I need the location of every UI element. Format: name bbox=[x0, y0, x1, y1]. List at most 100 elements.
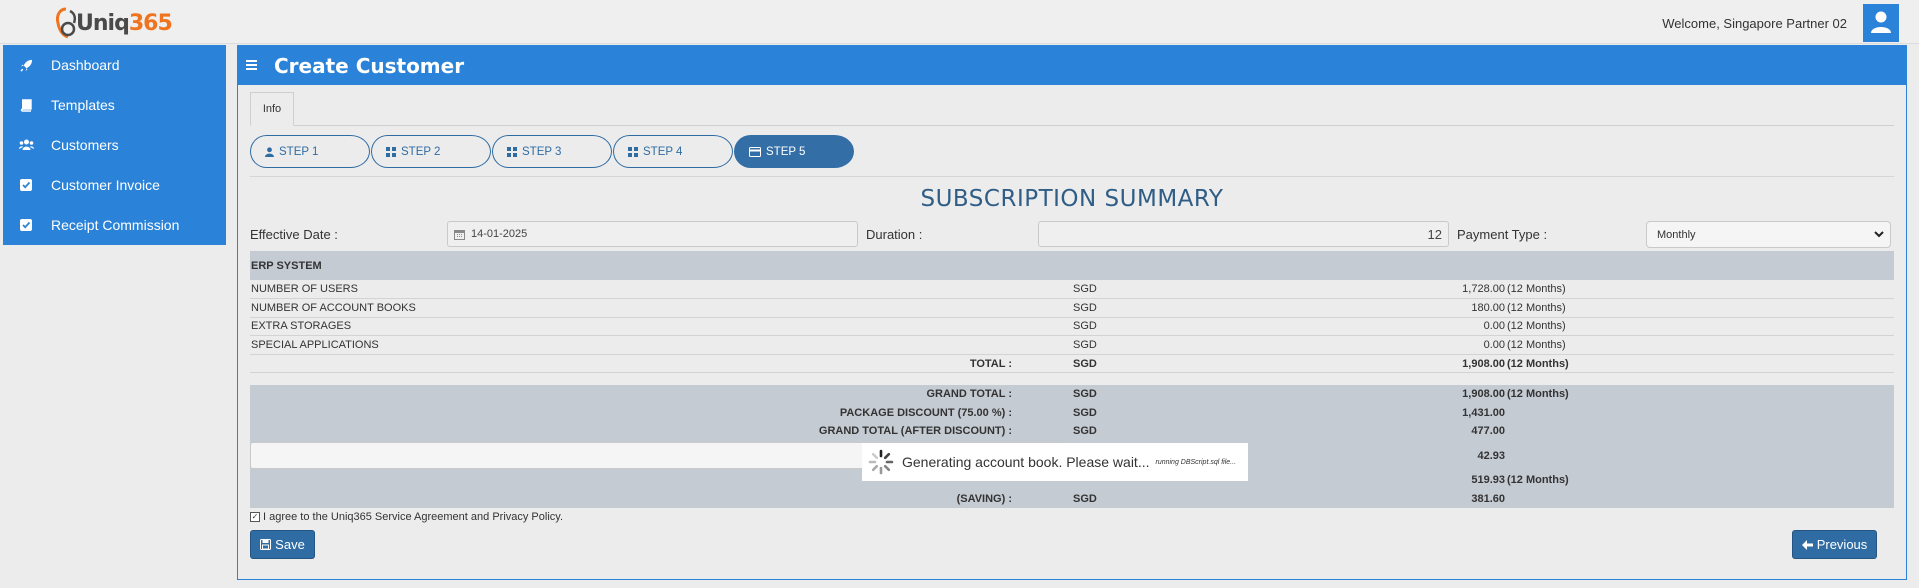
line-label: NUMBER OF USERS bbox=[250, 280, 1072, 300]
currency-cell: SGD bbox=[1072, 280, 1226, 300]
payment-type-value: Monthly bbox=[1657, 228, 1696, 241]
currency-cell: SGD bbox=[1072, 384, 1226, 404]
saving-row: (SAVING) : SGD 381.60 bbox=[250, 489, 1894, 508]
arrow-left-icon bbox=[1801, 539, 1813, 550]
step-1-button[interactable]: STEP 1 bbox=[250, 135, 370, 168]
total-amount: 1,908.00 bbox=[1226, 354, 1506, 374]
obscured-row-amount: 42.93 bbox=[1226, 440, 1506, 471]
steps-divider bbox=[250, 176, 1894, 177]
step-label: STEP 3 bbox=[522, 145, 562, 158]
logo-text: Uniq365 bbox=[76, 10, 173, 36]
spacer-row bbox=[250, 373, 1894, 385]
page-title: Create Customer bbox=[274, 53, 465, 78]
credit-card-icon bbox=[749, 146, 761, 157]
sidebar-item-receipt-commission[interactable]: Receipt Commission bbox=[3, 205, 226, 245]
logo-text-365: 365 bbox=[128, 10, 173, 36]
sidebar-item-templates[interactable]: Templates bbox=[3, 85, 226, 125]
step-wizard: STEP 1 STEP 2 STEP 3 STEP 4 STEP 5 bbox=[250, 135, 855, 168]
grand-total-label: GRAND TOTAL : bbox=[250, 384, 1072, 404]
previous-button[interactable]: Previous bbox=[1792, 530, 1877, 559]
effective-date-value: 14-01-2025 bbox=[471, 228, 528, 240]
welcome-text: Welcome, Singapore Partner 02 bbox=[1662, 16, 1847, 31]
sidebar-item-customer-invoice[interactable]: Customer Invoice bbox=[3, 165, 226, 205]
period-cell: (12 Months) bbox=[1506, 298, 1894, 318]
grand-after-label: GRAND TOTAL (AFTER DISCOUNT) : bbox=[250, 422, 1072, 441]
effective-date-label: Effective Date : bbox=[250, 227, 338, 242]
step-label: STEP 5 bbox=[766, 145, 806, 158]
package-discount-amount: 1,431.00 bbox=[1226, 403, 1506, 423]
step-label: STEP 4 bbox=[643, 145, 683, 158]
table-row: NUMBER OF USERS SGD 1,728.00 (12 Months) bbox=[250, 280, 1894, 300]
grand-after-discount-row: GRAND TOTAL (AFTER DISCOUNT) : SGD 477.0… bbox=[250, 422, 1894, 441]
step-2-button[interactable]: STEP 2 bbox=[371, 135, 491, 168]
agree-checkbox[interactable]: ✓ bbox=[250, 512, 260, 522]
sidebar-item-label: Receipt Commission bbox=[51, 217, 180, 233]
effective-date-input[interactable]: 14-01-2025 bbox=[447, 221, 858, 247]
grid-icon bbox=[386, 146, 396, 157]
spinner-icon bbox=[868, 449, 894, 475]
amount-cell: 1,728.00 bbox=[1226, 280, 1506, 300]
saving-label: (SAVING) : bbox=[250, 489, 1072, 508]
sidebar-item-label: Dashboard bbox=[51, 57, 120, 73]
total-row: TOTAL : SGD 1,908.00 (12 Months) bbox=[250, 354, 1894, 374]
line-label: EXTRA STORAGES bbox=[250, 317, 1072, 337]
total-period: (12 Months) bbox=[1506, 354, 1894, 374]
agreement[interactable]: ✓ I agree to the Uniq365 Service Agreeme… bbox=[250, 511, 563, 523]
sidebar-item-label: Templates bbox=[51, 97, 115, 113]
payment-type-select[interactable]: Monthly bbox=[1646, 221, 1891, 248]
currency-cell: SGD bbox=[1072, 489, 1226, 508]
save-label: Save bbox=[275, 537, 305, 552]
period-cell: (12 Months) bbox=[1506, 335, 1894, 355]
save-icon bbox=[260, 539, 272, 550]
total-label: TOTAL : bbox=[250, 354, 1072, 374]
logo[interactable]: Uniq365 bbox=[52, 3, 173, 43]
step-4-button[interactable]: STEP 4 bbox=[613, 135, 733, 168]
currency-cell: SGD bbox=[1072, 354, 1226, 374]
chevron-down-icon bbox=[1874, 229, 1884, 241]
table-row: SPECIAL APPLICATIONS SGD 0.00 (12 Months… bbox=[250, 335, 1894, 355]
previous-label: Previous bbox=[1816, 537, 1868, 552]
package-discount-label: PACKAGE DISCOUNT (75.00 %) : bbox=[250, 403, 1072, 423]
user-icon bbox=[1870, 10, 1892, 37]
rocket-icon bbox=[17, 56, 35, 74]
currency-cell: SGD bbox=[1072, 317, 1226, 337]
loading-submessage: running DBScript.sql file... bbox=[1155, 458, 1237, 466]
period-cell: (12 Months) bbox=[1506, 280, 1894, 300]
summary-title: SUBSCRIPTION SUMMARY bbox=[920, 186, 1224, 212]
tab-divider bbox=[250, 125, 1894, 126]
sidebar: Dashboard Templates Customers Customer I… bbox=[3, 45, 226, 245]
user-avatar-button[interactable] bbox=[1863, 4, 1899, 42]
hamburger-menu-icon[interactable] bbox=[246, 57, 260, 75]
currency-cell: SGD bbox=[1072, 298, 1226, 318]
period-cell: (12 Months) bbox=[1506, 317, 1894, 337]
line-label: SPECIAL APPLICATIONS bbox=[250, 335, 1072, 355]
payment-type-label: Payment Type : bbox=[1457, 227, 1548, 242]
amount-cell: 0.00 bbox=[1226, 335, 1506, 355]
tab-info[interactable]: Info bbox=[250, 92, 294, 126]
logo-text-uniq: Uniq bbox=[76, 10, 130, 36]
grid-icon bbox=[628, 146, 638, 157]
top-bar: Uniq365 Welcome, Singapore Partner 02 bbox=[0, 0, 1919, 44]
agree-text: I agree to the Uniq365 Service Agreement… bbox=[263, 511, 564, 523]
currency-cell: SGD bbox=[1072, 422, 1226, 441]
duration-input[interactable]: 12 bbox=[1038, 221, 1449, 247]
step-3-button[interactable]: STEP 3 bbox=[492, 135, 612, 168]
book-icon bbox=[17, 96, 35, 114]
currency-cell: SGD bbox=[1072, 403, 1226, 423]
users-icon bbox=[17, 136, 35, 154]
step-5-button[interactable]: STEP 5 bbox=[734, 135, 854, 168]
user-icon bbox=[265, 146, 274, 157]
sidebar-item-customers[interactable]: Customers bbox=[3, 125, 226, 165]
amount-cell: 0.00 bbox=[1226, 317, 1506, 337]
grand-total-row: GRAND TOTAL : SGD 1,908.00 (12 Months) bbox=[250, 384, 1894, 404]
save-button[interactable]: Save bbox=[250, 530, 315, 559]
table-row: EXTRA STORAGES SGD 0.00 (12 Months) bbox=[250, 317, 1894, 337]
section-header-label: ERP SYSTEM bbox=[250, 251, 1894, 280]
sidebar-item-dashboard[interactable]: Dashboard bbox=[3, 45, 226, 85]
loading-dialog: Generating account book. Please wait... … bbox=[862, 443, 1248, 481]
package-discount-row: PACKAGE DISCOUNT (75.00 %) : SGD 1,431.0… bbox=[250, 403, 1894, 423]
grand-after-amount: 477.00 bbox=[1226, 422, 1506, 441]
obscured-total-amount: 519.93 bbox=[1226, 470, 1506, 490]
sidebar-item-label: Customer Invoice bbox=[51, 177, 160, 193]
loading-message: Generating account book. Please wait... bbox=[902, 454, 1150, 470]
